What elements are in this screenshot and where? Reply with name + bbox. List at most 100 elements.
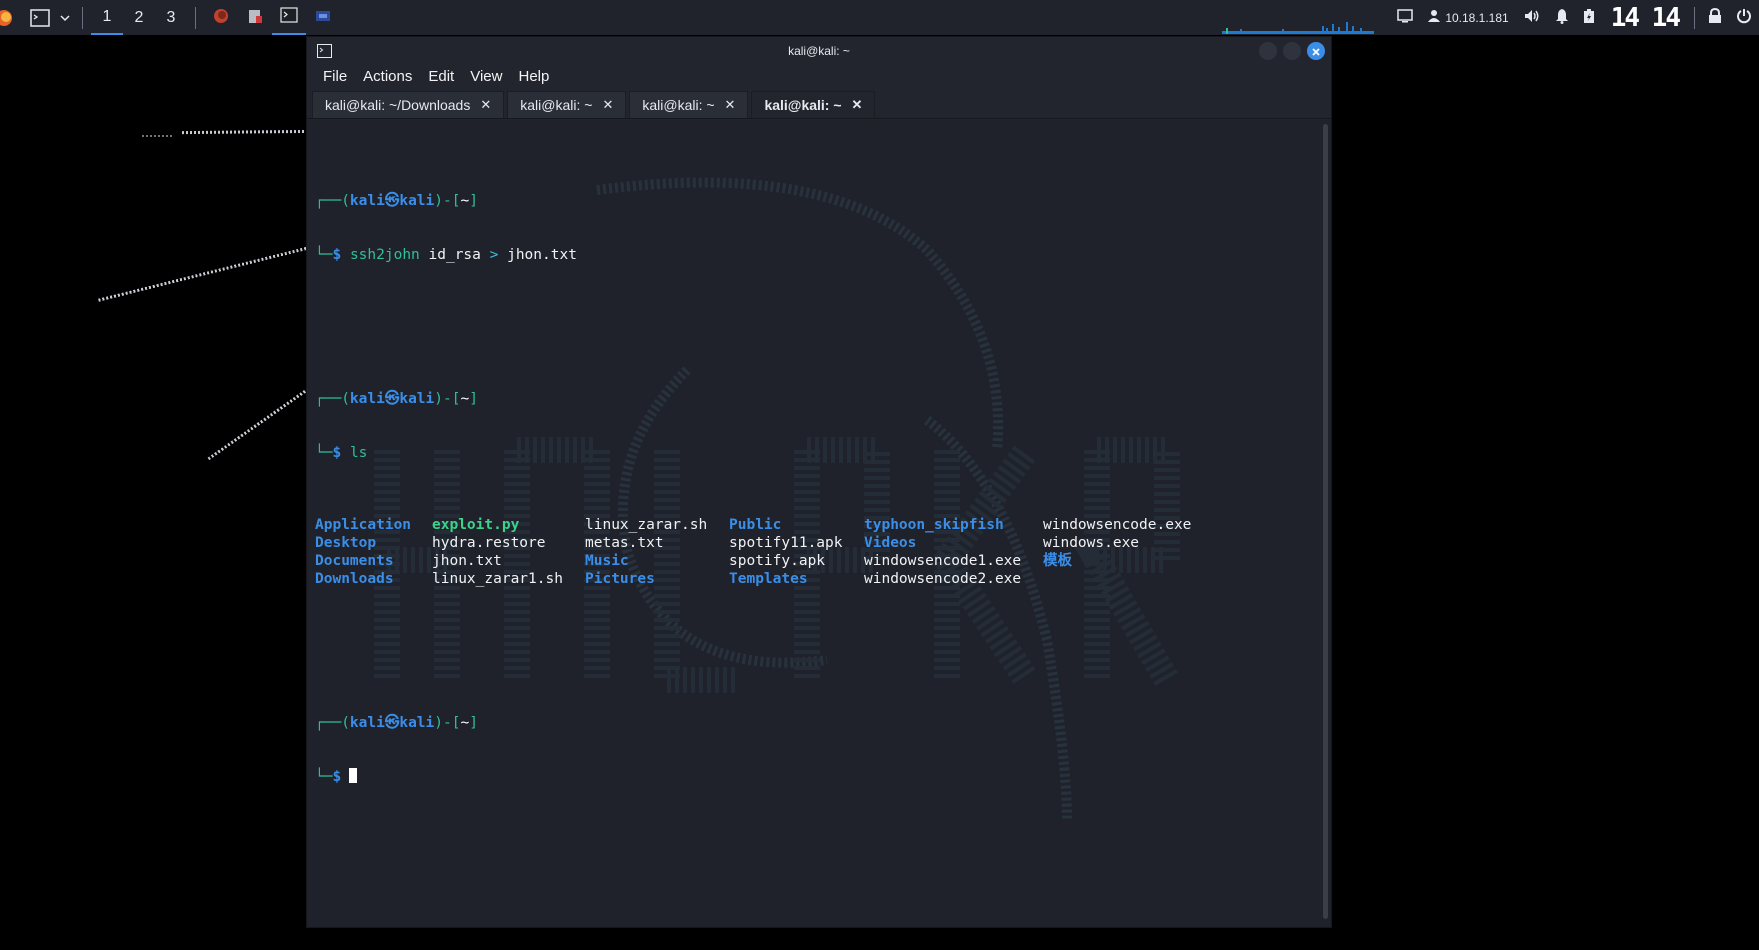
ls-entry: Documents xyxy=(315,553,394,569)
panel-clock[interactable]: 14 14 xyxy=(1602,3,1688,33)
prompt-corner: └─ xyxy=(315,445,333,461)
command-line: └─$ ls xyxy=(315,444,1203,462)
ls-entry: Templates xyxy=(729,571,808,587)
prompt-user: kali xyxy=(349,193,385,209)
tab-label: kali@kali: ~ xyxy=(764,97,842,113)
tab-close-icon[interactable]: ✕ xyxy=(602,97,613,113)
wallpaper-streak xyxy=(207,380,320,461)
power-status[interactable] xyxy=(1576,0,1602,35)
ls-entry xyxy=(1043,570,1203,588)
volume-control[interactable] xyxy=(1516,0,1548,35)
ls-entry: Music xyxy=(585,553,629,569)
ls-output: Application exploit.py linux_zarar.sh Publi… xyxy=(315,516,1203,588)
maximize-button[interactable] xyxy=(1283,42,1301,60)
ls-entry: Public xyxy=(729,517,782,533)
prompt-at-symbol: ㉿ xyxy=(384,391,400,407)
screen-task[interactable] xyxy=(306,0,340,35)
window-titlebar[interactable]: kali@kali: ~ xyxy=(307,37,1331,64)
menu-help[interactable]: Help xyxy=(510,68,557,85)
ls-entry: spotify11.apk xyxy=(729,535,843,551)
terminal-output[interactable]: ┌──(kali㉿kali)-[~] └─$ ssh2john id_rsa >… xyxy=(307,120,1331,927)
command-line: └─$ ssh2john id_rsa > jhon.txt xyxy=(315,246,1203,264)
lock-icon xyxy=(1708,7,1722,28)
prompt-dir: ~ xyxy=(460,193,470,209)
desktop: 1 2 3 10.18.1.181 14 14 kali@kali: ~ Fil… xyxy=(0,0,1759,950)
terminal-launcher-icon[interactable] xyxy=(28,6,52,30)
chevron-down-icon[interactable] xyxy=(58,6,72,30)
prompt-line: ┌──(kali㉿kali)-[~] xyxy=(315,714,1203,732)
prompt-host: kali xyxy=(399,193,435,209)
prompt-corner: └─ xyxy=(315,769,333,785)
ls-entry: Application xyxy=(315,517,412,533)
terminal-icon xyxy=(280,6,298,27)
tab-close-icon[interactable]: ✕ xyxy=(480,97,491,113)
command-args: id_rsa xyxy=(419,247,490,263)
tab-home-1[interactable]: kali@kali: ~ ✕ xyxy=(507,91,627,118)
tab-close-icon[interactable]: ✕ xyxy=(725,97,736,113)
prompt-corner: ┌──( xyxy=(315,391,350,407)
ls-entry: windowsencode1.exe xyxy=(864,553,1022,569)
prompt-bracket: ] xyxy=(469,391,478,407)
wallpaper-streak xyxy=(181,130,305,135)
workspace-1[interactable]: 1 xyxy=(91,0,123,35)
screen-icon xyxy=(315,9,331,27)
command-line: └─$ xyxy=(315,768,1203,786)
ls-entry: typhoon_skipfish xyxy=(864,517,1004,533)
prompt-line: ┌──(kali㉿kali)-[~] xyxy=(315,390,1203,408)
file-manager-task[interactable] xyxy=(238,0,272,35)
firefox-task[interactable] xyxy=(204,0,238,35)
command-name: ls xyxy=(349,445,368,461)
ls-entry: linux_zarar1.sh xyxy=(432,571,563,587)
screen-share-indicator[interactable] xyxy=(1390,0,1420,35)
menu-view[interactable]: View xyxy=(462,68,510,85)
menu-edit[interactable]: Edit xyxy=(420,68,462,85)
menubar: File Actions Edit View Help xyxy=(307,64,1331,88)
workspace-3[interactable]: 3 xyxy=(155,0,187,35)
prompt-user: kali xyxy=(349,715,385,731)
ls-entry: Desktop xyxy=(315,535,377,551)
tab-label: kali@kali: ~ xyxy=(520,97,593,113)
close-icon xyxy=(1311,42,1321,61)
top-panel: 1 2 3 10.18.1.181 14 14 xyxy=(0,0,1759,35)
bell-icon xyxy=(1555,8,1569,28)
prompt-host: kali xyxy=(399,715,435,731)
terminal-task[interactable] xyxy=(272,0,306,35)
ls-entry: jhon.txt xyxy=(432,553,502,569)
command-target: jhon.txt xyxy=(498,247,577,263)
vertical-scrollbar[interactable] xyxy=(1323,124,1328,919)
prompt-user: kali xyxy=(349,391,385,407)
ls-entry: linux_zarar.sh xyxy=(585,517,708,533)
command-name: ssh2john xyxy=(349,247,420,263)
window-title: kali@kali: ~ xyxy=(788,43,850,58)
tab-close-icon[interactable]: ✕ xyxy=(852,97,863,113)
workspace-2[interactable]: 2 xyxy=(123,0,155,35)
menu-file[interactable]: File xyxy=(315,68,355,85)
notifications[interactable] xyxy=(1548,0,1576,35)
prompt-bracket: )-[ xyxy=(434,715,461,731)
volume-icon xyxy=(1523,8,1541,28)
ls-entry: windows.exe xyxy=(1043,535,1140,551)
close-button[interactable] xyxy=(1307,42,1325,60)
logout-button[interactable] xyxy=(1729,0,1759,35)
text-cursor[interactable] xyxy=(349,768,358,783)
menu-actions[interactable]: Actions xyxy=(355,68,420,85)
kali-menu-icon[interactable] xyxy=(0,6,16,30)
prompt-dir: ~ xyxy=(460,391,470,407)
ls-entry: spotify.apk xyxy=(729,553,826,569)
terminal-window-icon xyxy=(317,43,332,62)
tab-home-active[interactable]: kali@kali: ~ ✕ xyxy=(751,91,876,118)
lock-screen-button[interactable] xyxy=(1701,0,1729,35)
prompt-bracket: ] xyxy=(469,193,478,209)
prompt-host: kali xyxy=(399,391,435,407)
tab-home-2[interactable]: kali@kali: ~ ✕ xyxy=(629,91,749,118)
prompt-corner: └─ xyxy=(315,247,333,263)
vpn-user-icon xyxy=(1427,9,1441,27)
prompt-dollar: $ xyxy=(332,247,342,263)
prompt-at-symbol: ㉿ xyxy=(384,715,400,731)
tab-downloads[interactable]: kali@kali: ~/Downloads ✕ xyxy=(312,91,505,118)
prompt-line: ┌──(kali㉿kali)-[~] xyxy=(315,192,1203,210)
prompt-dir: ~ xyxy=(460,715,470,731)
minimize-button[interactable] xyxy=(1259,42,1277,60)
network-indicator[interactable]: 10.18.1.181 xyxy=(1420,0,1515,35)
tab-bar: kali@kali: ~/Downloads ✕ kali@kali: ~ ✕ … xyxy=(307,88,1331,119)
